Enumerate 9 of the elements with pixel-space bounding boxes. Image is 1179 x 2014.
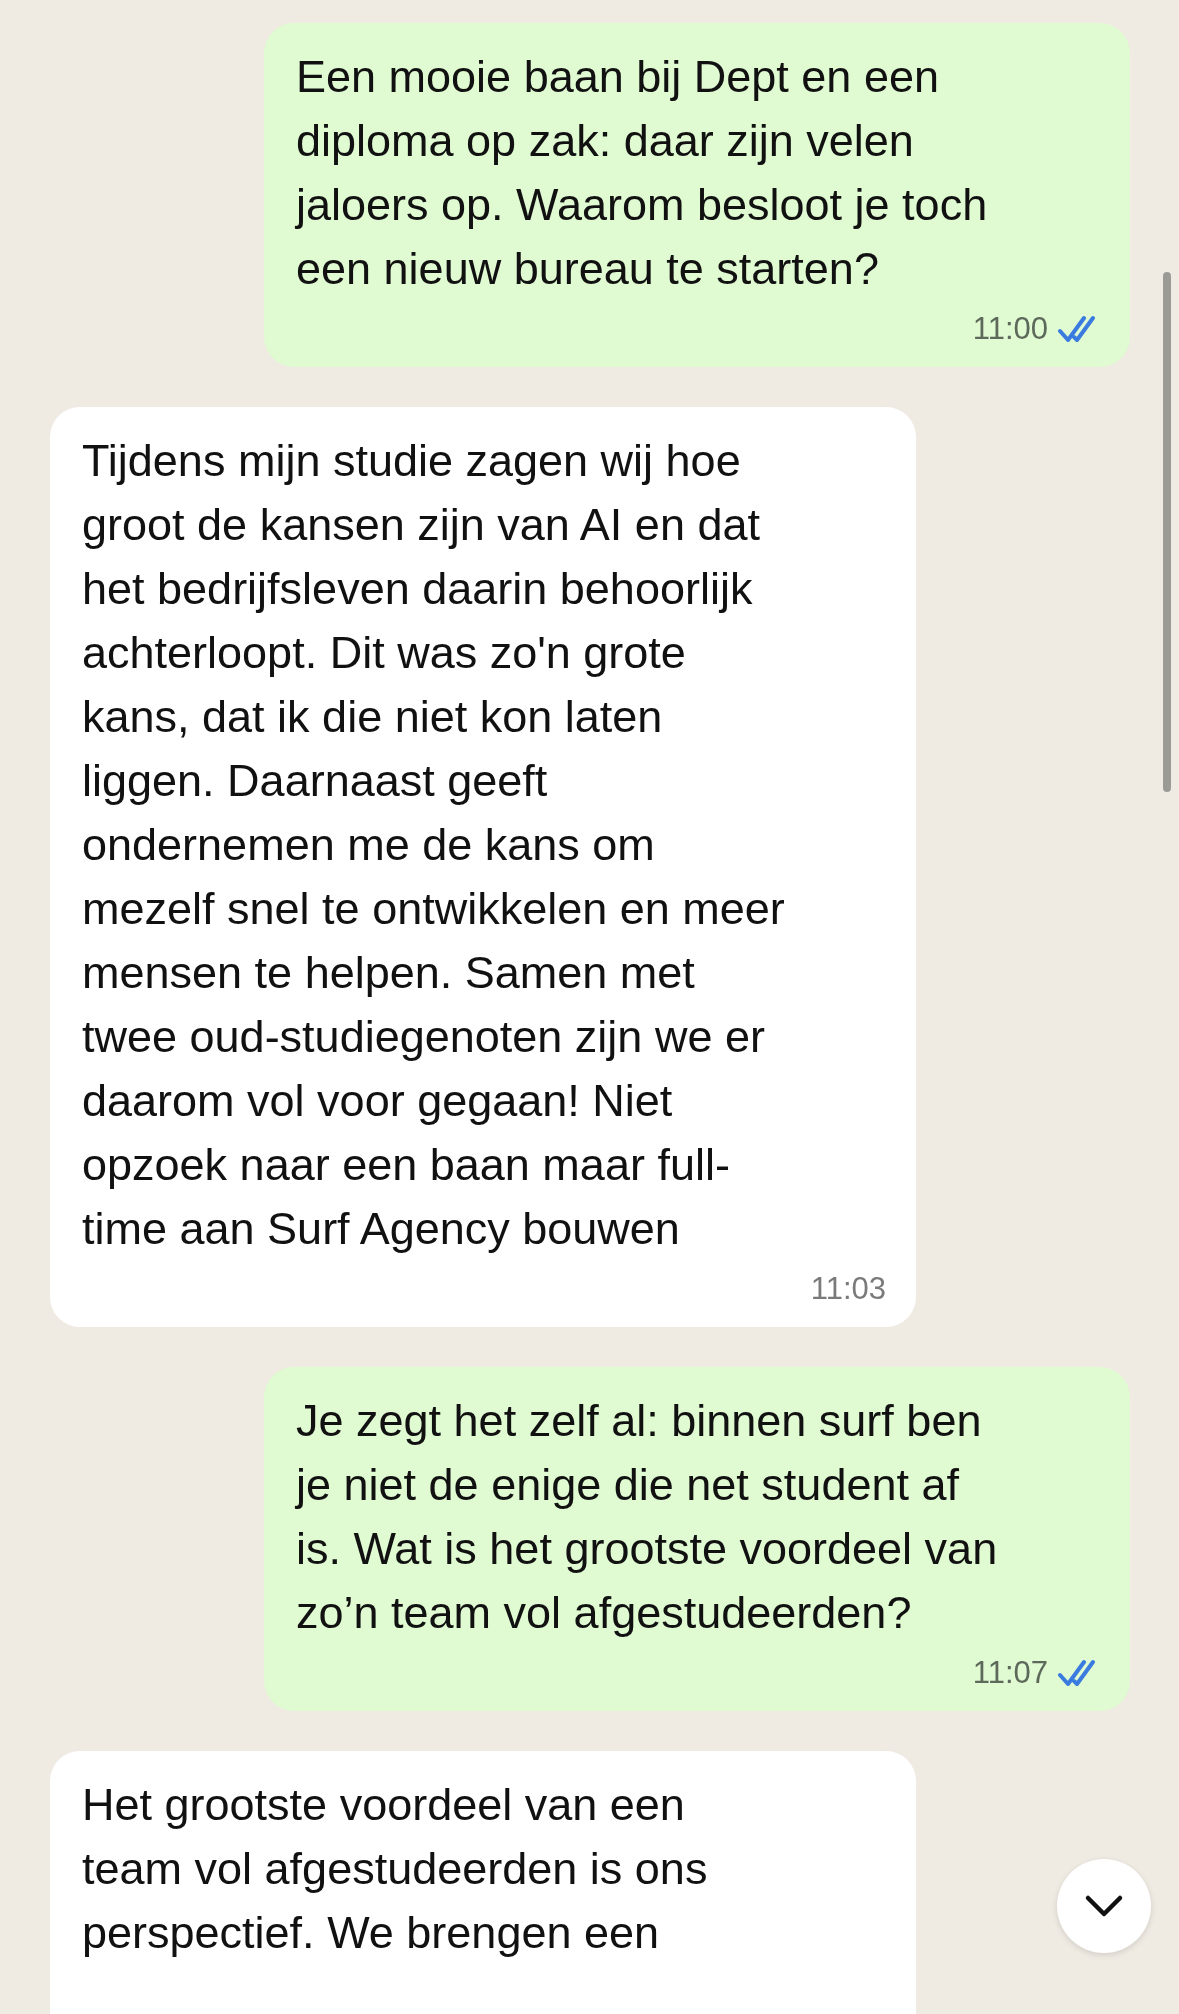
- message-time: 11:00: [972, 311, 1048, 347]
- message-time: 11:07: [972, 1655, 1048, 1691]
- message-time: 11:03: [810, 1271, 886, 1307]
- message-text: Tijdens mijn studie zagen wij hoe groot de kansen zijn van AI en dat het bedrijfsleven daarin behoorlijk achterloopt. Dit was zo'n grote kans, dat ik die niet kon laten liggen. Daarnaast geeft ondernemen me de kans om mezelf snel te ontwikkelen en meer mensen te helpen. Samen met twee oud-studiegenoten zijn we er daarom vol voor gegaan! Niet opzoek naar een baan maar full- time aan Surf Agency bouwen: [82, 434, 786, 1256]
- message-text: Het grootste voordeel van een team vol afgestudeerden is ons perspectief. We brengen een: [82, 1778, 709, 1960]
- message-text: Je zegt het zelf al: binnen surf ben je niet de enige die net student af is. Wat is het grootste voordeel van zo’n team vol afgestudeerden?: [296, 1394, 999, 1640]
- message-text: Een mooie baan bij Dept en een diploma op zak: daar zijn velen jaloers op. Waarom besloot je toch een nieuw bureau te starten?: [296, 50, 989, 296]
- chevron-down-icon: [1084, 1894, 1124, 1918]
- scroll-down-button[interactable]: [1057, 1859, 1151, 1953]
